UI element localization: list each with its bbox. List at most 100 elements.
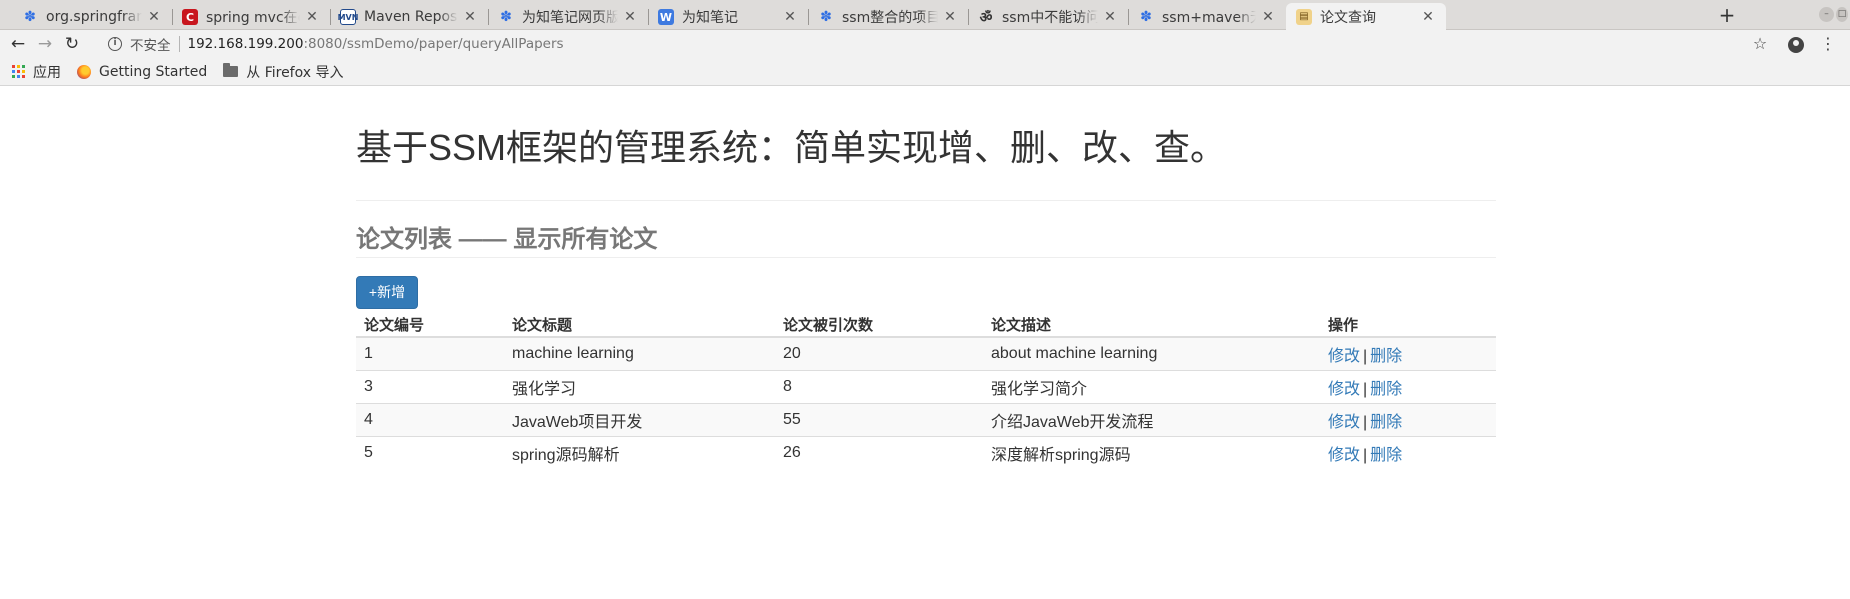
cell-description: 深度解析spring源码 bbox=[983, 435, 1320, 469]
address-bar[interactable]: i 不安全 192.168.199.200 :8080/ssmDemo/pape… bbox=[108, 32, 1748, 56]
edit-link[interactable]: 修改 bbox=[1328, 447, 1360, 464]
divider bbox=[356, 257, 1496, 258]
bookmark-apps[interactable]: 应用 bbox=[12, 62, 61, 82]
table-row: 3 强化学习 8 强化学习简介 修改 | 删除 bbox=[356, 369, 1496, 403]
apps-grid-icon bbox=[12, 65, 25, 78]
cell-description: about machine learning bbox=[983, 336, 1320, 370]
profile-avatar-icon[interactable] bbox=[1788, 37, 1804, 53]
tab-2[interactable]: C spring mvc在debu ✕ bbox=[172, 4, 330, 30]
cell-actions: 修改 | 删除 bbox=[1320, 402, 1496, 436]
maven-icon: MVN bbox=[338, 9, 358, 25]
reload-icon[interactable]: ↻ bbox=[60, 32, 84, 56]
page-content: 基于SSM框架的管理系统：简单实现增、删、改、查。 论文列表 —— 显示所有论文… bbox=[0, 87, 1850, 599]
delete-link[interactable]: 删除 bbox=[1370, 447, 1402, 464]
delete-link[interactable]: 删除 bbox=[1370, 381, 1402, 398]
close-icon[interactable]: ✕ bbox=[1260, 9, 1276, 25]
tab-1[interactable]: ✽ org.springframew ✕ bbox=[0, 4, 172, 30]
document-icon: ▤ bbox=[1296, 8, 1312, 25]
close-icon[interactable]: ✕ bbox=[1420, 9, 1436, 25]
main-container: 基于SSM框架的管理系统：简单实现增、删、改、查。 论文列表 —— 显示所有论文… bbox=[356, 87, 1496, 599]
folder-icon bbox=[223, 63, 239, 77]
cell-id: 3 bbox=[356, 369, 504, 403]
tab-title: ssm整合的项目中访 bbox=[842, 10, 938, 26]
table-row: 5 spring源码解析 26 深度解析spring源码 修改 | 删除 bbox=[356, 435, 1496, 469]
tab-8[interactable]: ✽ ssm+maven无法访 ✕ bbox=[1128, 4, 1286, 30]
baidu-paw-icon: ✽ bbox=[24, 9, 36, 25]
baidu-paw-icon: ✽ bbox=[820, 9, 832, 25]
action-separator: | bbox=[1363, 380, 1368, 398]
info-icon[interactable]: i bbox=[108, 37, 122, 51]
forward-arrow-icon[interactable]: → bbox=[33, 32, 57, 56]
table-row: 4 JavaWeb项目开发 55 介绍JavaWeb开发流程 修改 | 删除 bbox=[356, 402, 1496, 436]
tab-strip: ✽ org.springframew ✕ C spring mvc在debu ✕… bbox=[0, 0, 1850, 30]
tab-4[interactable]: ✽ 为知笔记网页版_百 ✕ bbox=[488, 4, 648, 30]
table-row: 1 machine learning 20 about machine lear… bbox=[356, 336, 1496, 370]
close-icon[interactable]: ✕ bbox=[622, 9, 638, 25]
menu-dots-icon[interactable]: ⋮ bbox=[1816, 32, 1840, 56]
cell-citations: 55 bbox=[775, 402, 983, 436]
action-separator: | bbox=[1363, 413, 1368, 431]
cell-title: JavaWeb项目开发 bbox=[504, 402, 775, 436]
firefox-icon bbox=[77, 64, 91, 79]
tab-title: 为知笔记 bbox=[682, 10, 738, 26]
close-icon[interactable]: ✕ bbox=[782, 9, 798, 25]
star-bookmark-icon[interactable]: ☆ bbox=[1748, 32, 1772, 56]
edit-link[interactable]: 修改 bbox=[1328, 348, 1360, 365]
cell-id: 1 bbox=[356, 336, 504, 370]
tab-active-paper-query[interactable]: ▤ 论文查询 ✕ bbox=[1286, 3, 1446, 30]
header-actions: 操作 bbox=[1320, 314, 1496, 338]
minimize-icon[interactable]: – bbox=[1819, 7, 1834, 22]
section-subtitle: 论文列表 —— 显示所有论文 bbox=[356, 226, 658, 253]
tab-title: 为知笔记网页版_百 bbox=[522, 10, 618, 26]
add-paper-button[interactable]: +新增 bbox=[356, 276, 418, 309]
new-tab-plus-icon[interactable]: + bbox=[1713, 4, 1741, 28]
csdn-icon: C bbox=[182, 9, 198, 25]
close-icon[interactable]: ✕ bbox=[942, 9, 958, 25]
tab-3[interactable]: MVN Maven Repository ✕ bbox=[330, 4, 488, 30]
baidu-paw-icon: ✽ bbox=[500, 9, 512, 25]
bookmarks-bar: 应用 Getting Started 从 Firefox 导入 bbox=[0, 58, 1850, 86]
cell-description: 介绍JavaWeb开发流程 bbox=[983, 402, 1320, 436]
page-title: 基于SSM框架的管理系统：简单实现增、删、改、查。 bbox=[356, 127, 1227, 168]
browser-toolbar: ← → ↻ i 不安全 192.168.199.200 :8080/ssmDem… bbox=[0, 30, 1850, 58]
edit-link[interactable]: 修改 bbox=[1328, 381, 1360, 398]
close-icon[interactable]: ✕ bbox=[1102, 9, 1118, 25]
header-paper-title: 论文标题 bbox=[504, 314, 775, 338]
close-icon[interactable]: ✕ bbox=[146, 9, 162, 25]
maximize-icon[interactable]: □ bbox=[1836, 7, 1848, 22]
back-arrow-icon[interactable]: ← bbox=[6, 32, 30, 56]
bookmark-getting-started[interactable]: Getting Started bbox=[77, 64, 207, 80]
papers-table: 论文编号 论文标题 论文被引次数 论文描述 操作 1 machine learn… bbox=[356, 314, 1496, 469]
action-separator: | bbox=[1363, 446, 1368, 464]
tab-title: ssm中不能访问静态 bbox=[1002, 10, 1098, 26]
tab-title: org.springframew bbox=[46, 9, 142, 25]
cell-id: 5 bbox=[356, 435, 504, 469]
delete-link[interactable]: 删除 bbox=[1370, 414, 1402, 431]
header-paper-id: 论文编号 bbox=[356, 314, 504, 338]
delete-link[interactable]: 删除 bbox=[1370, 348, 1402, 365]
cell-id: 4 bbox=[356, 402, 504, 436]
wiz-icon: W bbox=[658, 9, 674, 25]
close-icon[interactable]: ✕ bbox=[462, 9, 478, 25]
bookmark-folder-firefox-import[interactable]: 从 Firefox 导入 bbox=[223, 62, 343, 82]
bookmark-label: 从 Firefox 导入 bbox=[246, 64, 344, 81]
cell-actions: 修改 | 删除 bbox=[1320, 435, 1496, 469]
security-label: 不安全 bbox=[130, 38, 171, 54]
cell-title: 强化学习 bbox=[504, 369, 775, 403]
tab-7[interactable]: ॐ ssm中不能访问静态 ✕ bbox=[968, 4, 1128, 30]
action-separator: | bbox=[1363, 347, 1368, 365]
cell-citations: 8 bbox=[775, 369, 983, 403]
header-citations: 论文被引次数 bbox=[775, 314, 983, 338]
close-icon[interactable]: ✕ bbox=[304, 9, 320, 25]
tab-title: Maven Repository bbox=[364, 9, 458, 25]
cell-actions: 修改 | 删除 bbox=[1320, 369, 1496, 403]
cell-citations: 26 bbox=[775, 435, 983, 469]
om-icon: ॐ bbox=[979, 9, 993, 26]
tab-title: 论文查询 bbox=[1320, 9, 1376, 26]
tab-5[interactable]: W 为知笔记 ✕ bbox=[648, 4, 808, 30]
tab-6[interactable]: ✽ ssm整合的项目中访 ✕ bbox=[808, 4, 968, 30]
cell-citations: 20 bbox=[775, 336, 983, 370]
bookmark-label: Getting Started bbox=[99, 63, 208, 80]
tab-title: ssm+maven无法访 bbox=[1162, 10, 1256, 26]
edit-link[interactable]: 修改 bbox=[1328, 414, 1360, 431]
